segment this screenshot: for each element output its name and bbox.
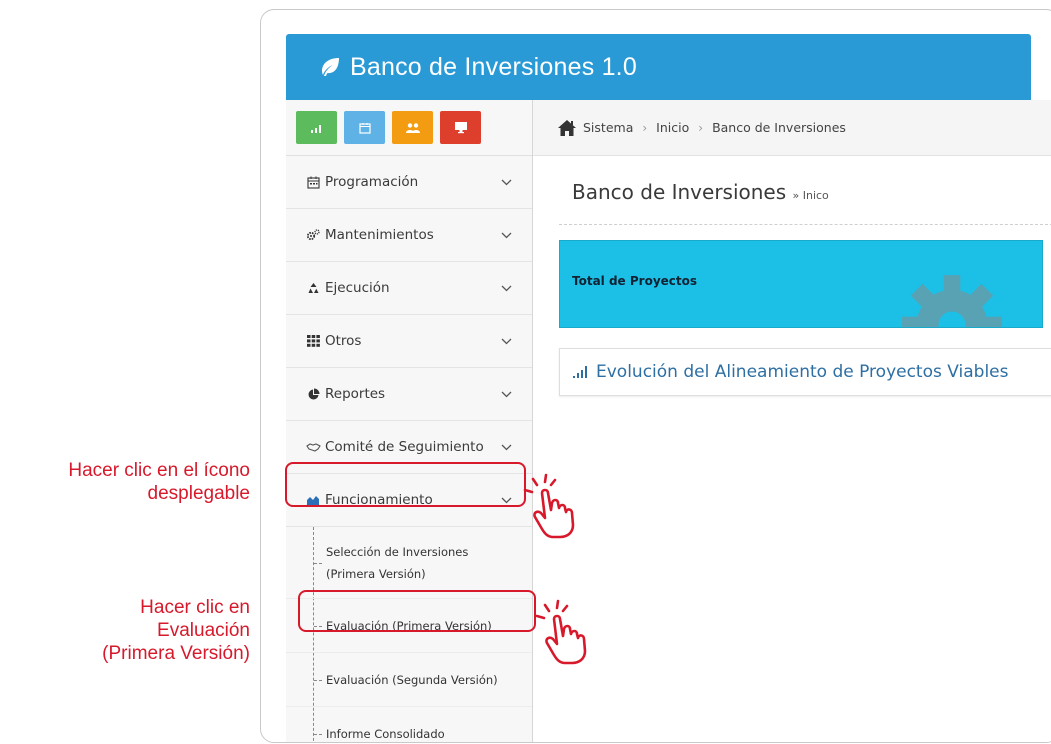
app-title: Banco de Inversiones 1.0	[350, 52, 637, 81]
recycle-icon	[305, 280, 321, 296]
sidebar-item-reportes[interactable]: Reportes	[286, 368, 532, 421]
breadcrumb-separator: ›	[698, 120, 704, 135]
tutorial-stage: Hacer clic en el ícono desplegable Hacer…	[0, 0, 1051, 744]
tree-dash	[314, 562, 322, 564]
users-icon	[405, 122, 420, 133]
page-subtitle: » Inico	[792, 189, 829, 202]
pie-chart-icon	[305, 386, 321, 402]
highlight-funcionamiento-dropdown	[285, 462, 526, 507]
users-shortcut-button[interactable]	[392, 111, 433, 144]
panel-evolucion-alineamiento: Evolución del Alineamiento de Proyectos …	[559, 348, 1051, 396]
tree-dash	[314, 679, 322, 681]
calendar-icon	[305, 174, 321, 190]
sidebar-item-label: Mantenimientos	[325, 227, 434, 243]
pointing-hand-icon	[535, 599, 587, 665]
sidebar-item-label: Otros	[325, 333, 362, 349]
handshake-icon	[305, 439, 321, 455]
signal-bars-icon	[573, 366, 587, 378]
submenu-item-label: Informe Consolidado	[326, 726, 445, 741]
page-title-text: Banco de Inversiones	[572, 180, 787, 204]
sidebar-item-label: Ejecución	[325, 280, 390, 296]
cogs-icon	[305, 227, 321, 243]
tree-dash	[314, 733, 322, 735]
sidebar-item-label: Programación	[325, 174, 419, 190]
annotation-step-2: Hacer clic en Evaluación (Primera Versió…	[102, 596, 250, 665]
app-header: Banco de Inversiones 1.0	[286, 34, 1031, 100]
panel-title: Evolución del Alineamiento de Proyectos …	[596, 362, 1009, 382]
annotation-step-2-line-1: Hacer clic en	[140, 597, 250, 618]
chevron-down-icon[interactable]	[500, 388, 512, 400]
submenu-item-label-line-2: (Primera Versión)	[326, 566, 426, 581]
submenu-item-label-line-1: Selección de Inversiones	[326, 544, 469, 559]
calendar-icon	[358, 122, 371, 134]
breadcrumb-inicio[interactable]: Inicio	[656, 120, 689, 135]
submenu-item-informe-consolidado[interactable]: Informe Consolidado	[286, 707, 532, 742]
submenu-item-seleccion-inversiones[interactable]: Selección de Inversiones (Primera Versió…	[286, 527, 532, 599]
annotation-step-2-line-3: (Primera Versión)	[102, 643, 250, 664]
breadcrumb-separator: ›	[642, 120, 648, 135]
sidebar-item-mantenimientos[interactable]: Mantenimientos	[286, 209, 532, 262]
grid-icon	[305, 333, 321, 349]
chevron-down-icon[interactable]	[500, 335, 512, 347]
breadcrumb-banco-de-inversiones: Banco de Inversiones	[712, 120, 846, 135]
breadcrumb-sistema[interactable]: Sistema	[583, 120, 633, 135]
sidebar-item-otros[interactable]: Otros	[286, 315, 532, 368]
annotation-step-2-line-2: Evaluación	[157, 620, 250, 641]
annotation-step-1-line-1: Hacer clic en el ícono	[68, 460, 250, 481]
screenshot-frame: Banco de Inversiones 1.0 Programación Ma…	[260, 9, 1051, 743]
chevron-down-icon[interactable]	[500, 282, 512, 294]
sidebar-item-programacion[interactable]: Programación	[286, 156, 532, 209]
chevron-down-icon[interactable]	[500, 176, 512, 188]
home-icon[interactable]	[557, 119, 577, 137]
page-title: Banco de Inversiones » Inico	[572, 180, 829, 204]
submenu-item-label: Selección de Inversiones (Primera Versió…	[326, 541, 468, 585]
stat-box-label: Total de Proyectos	[572, 274, 698, 288]
submenu-item-label: Evaluación (Segunda Versión)	[326, 672, 498, 687]
gear-icon	[902, 275, 1002, 327]
annotation-step-1-line-2: desplegable	[147, 483, 250, 504]
sidebar-item-ejecucion[interactable]: Ejecución	[286, 262, 532, 315]
main-content: Sistema › Inicio › Banco de Inversiones …	[533, 100, 1051, 742]
stats-shortcut-button[interactable]	[296, 111, 337, 144]
sidebar-item-label: Reportes	[325, 386, 386, 402]
submenu-item-evaluacion-segunda[interactable]: Evaluación (Segunda Versión)	[286, 653, 532, 707]
annotation-step-1: Hacer clic en el ícono desplegable	[68, 459, 250, 505]
calendar-shortcut-button[interactable]	[344, 111, 385, 144]
sidebar: Programación Mantenimientos Ejecución Ot…	[286, 100, 533, 742]
chevron-down-icon[interactable]	[500, 229, 512, 241]
leaf-icon	[322, 58, 339, 76]
monitor-shortcut-button[interactable]	[440, 111, 481, 144]
breadcrumb: Sistema › Inicio › Banco de Inversiones	[533, 100, 1051, 156]
highlight-evaluacion-primera-version	[298, 590, 536, 632]
submenu-funcionamiento: Selección de Inversiones (Primera Versió…	[286, 527, 532, 742]
stat-box-total-proyectos: Total de Proyectos	[559, 240, 1043, 328]
title-divider	[559, 224, 1051, 225]
monitor-icon	[454, 122, 467, 134]
pointing-hand-icon	[523, 473, 575, 539]
chevron-down-icon[interactable]	[500, 441, 512, 453]
sidebar-item-label: Comité de Seguimiento	[325, 439, 484, 455]
shortcut-bar	[286, 100, 532, 156]
bar-chart-icon	[310, 124, 321, 133]
